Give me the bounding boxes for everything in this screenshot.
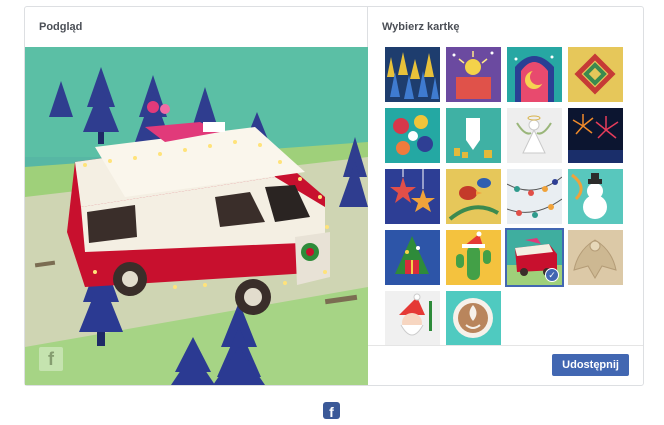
preview-panel: Podgląd f	[25, 7, 368, 385]
card-thumb-dreidel[interactable]	[446, 108, 501, 163]
card-thumb-angel[interactable]	[507, 108, 562, 163]
card-thumb-birds[interactable]	[446, 169, 501, 224]
preview-title: Podgląd	[39, 21, 83, 33]
card-thumb-forest[interactable]	[385, 47, 440, 102]
card-thumb-fireworks[interactable]	[568, 108, 623, 163]
facebook-logo-icon[interactable]: f	[323, 402, 340, 419]
card-thumb-lights-string[interactable]	[507, 169, 562, 224]
card-thumb-camper-van[interactable]: ✓	[505, 228, 564, 287]
card-thumb-sparkle[interactable]	[446, 47, 501, 102]
card-thumb-snowman[interactable]	[568, 169, 623, 224]
picker-title: Wybierz kartkę	[382, 21, 460, 33]
facebook-watermark-icon: f	[39, 347, 63, 371]
card-thumb-latte-art[interactable]	[446, 291, 501, 346]
card-picker-dialog: Podgląd f Wybierz kartkę ✓ Udostępnij	[24, 6, 644, 386]
card-preview-image: f	[25, 47, 368, 385]
card-thumb-stars[interactable]	[385, 169, 440, 224]
card-thumb-santa-drawing[interactable]	[385, 291, 440, 346]
card-thumb-gift-tree[interactable]	[385, 230, 440, 285]
card-thumb-ornaments-wreath[interactable]	[385, 108, 440, 163]
card-thumb-knot-pattern[interactable]	[568, 47, 623, 102]
card-thumbnail-grid: ✓	[385, 47, 630, 346]
picker-footer-divider	[368, 345, 643, 346]
card-thumb-cactus-santa[interactable]	[446, 230, 501, 285]
share-button[interactable]: Udostępnij	[552, 354, 629, 376]
card-thumb-lantern-moon[interactable]	[507, 47, 562, 102]
selected-check-icon: ✓	[545, 268, 559, 282]
card-thumb-sand-angel[interactable]	[568, 230, 623, 285]
card-picker-panel: Wybierz kartkę ✓ Udostępnij	[368, 7, 643, 385]
